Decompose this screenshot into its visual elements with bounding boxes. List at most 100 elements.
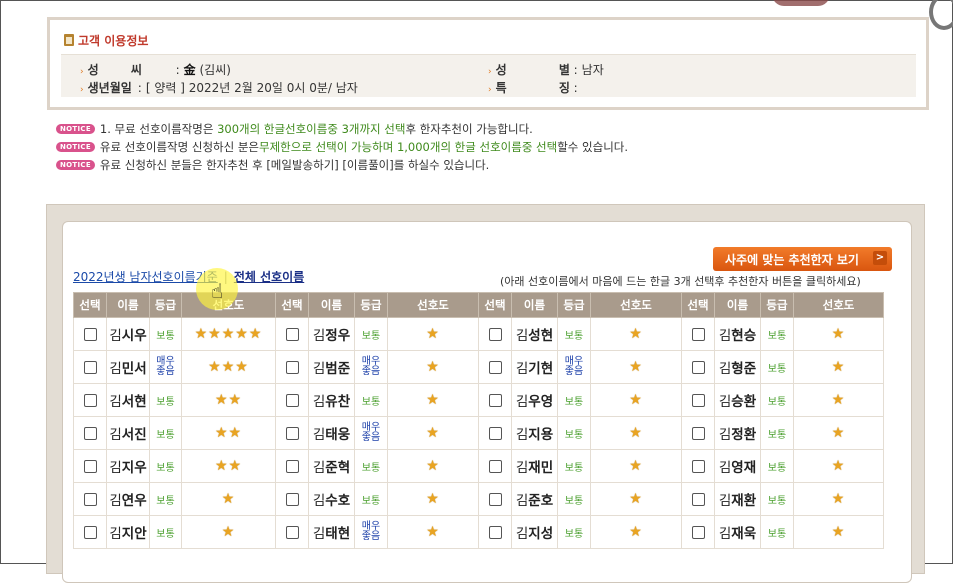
preference-cell: ★	[181, 482, 276, 516]
customer-info-title: 고객 이용정보	[64, 32, 148, 49]
name-cell: 김지용	[511, 416, 558, 450]
name-checkbox[interactable]	[83, 526, 97, 539]
family-name: 김	[312, 526, 326, 542]
name-checkbox[interactable]	[285, 394, 299, 407]
name-cell: 김태현	[308, 515, 355, 549]
grade-label: 보통	[767, 396, 787, 408]
filter-all-link[interactable]: 전체 선호이름	[234, 270, 304, 284]
preference-cell: ★	[590, 482, 682, 516]
name-cell: 김재민	[511, 449, 558, 483]
grade-label: 보통	[767, 495, 787, 507]
grade-cell: 보통	[760, 383, 794, 417]
star-icon: ★	[208, 326, 222, 342]
name-checkbox[interactable]	[691, 328, 705, 341]
family-name: 김	[109, 394, 122, 410]
grade-cell: 보통	[557, 482, 591, 516]
preference-cell: ★	[793, 416, 884, 450]
name-checkbox[interactable]	[83, 460, 97, 473]
select-cell	[73, 350, 107, 384]
given-name: 지우	[121, 460, 147, 476]
grade-cell: 보통	[557, 449, 591, 483]
grade-label: 보통	[767, 462, 787, 474]
given-name: 서진	[121, 427, 147, 443]
select-cell	[73, 482, 107, 516]
table-row: 김연우 보통 ★ 김수호 보통 ★ 김준호 보통 ★ 김재환 보통 ★	[73, 482, 884, 516]
grade-label: 보통	[361, 495, 381, 507]
name-cell: 김서진	[106, 416, 150, 450]
grade-cell: 매우좋음	[557, 350, 591, 384]
family-name: 김	[718, 427, 732, 443]
select-cell	[275, 482, 309, 516]
name-checkbox[interactable]	[691, 526, 705, 539]
name-checkbox[interactable]	[488, 427, 502, 440]
grade-cell: 보통	[149, 317, 182, 351]
grade-label: 보통	[361, 330, 381, 342]
name-checkbox[interactable]	[488, 361, 502, 374]
name-checkbox[interactable]	[83, 361, 97, 374]
family-name: 김	[515, 328, 529, 344]
name-checkbox[interactable]	[83, 394, 97, 407]
select-cell	[478, 317, 512, 351]
name-checkbox[interactable]	[285, 328, 299, 341]
name-checkbox[interactable]	[83, 427, 97, 440]
grade-cell: 보통	[149, 416, 182, 450]
birth-row: › 생년월일:[ 양력 ] 2022년 2월 20일 0시 0분/ 남자	[80, 81, 358, 95]
select-cell	[681, 383, 715, 417]
preference-cell: ★	[793, 482, 884, 516]
name-checkbox[interactable]	[83, 328, 97, 341]
star-icon: ★	[228, 458, 243, 474]
grade-cell: 매우좋음	[354, 515, 388, 549]
name-cell: 김성현	[511, 317, 558, 351]
name-checkbox[interactable]	[691, 394, 705, 407]
name-cell: 김범준	[308, 350, 355, 384]
recommend-hanja-button[interactable]: 사주에 맞는 추천한자 보기 >	[713, 247, 892, 271]
name-checkbox[interactable]	[488, 394, 502, 407]
family-name: 김	[718, 526, 732, 542]
header-name: 이름	[511, 292, 558, 318]
star-icon: ★	[235, 326, 249, 342]
name-checkbox[interactable]	[285, 427, 299, 440]
given-name: 유찬	[325, 394, 351, 410]
grade-label: 보통	[156, 330, 175, 342]
header-select: 선택	[73, 292, 107, 318]
grade-label: 매우좋음	[564, 356, 584, 377]
name-checkbox[interactable]	[691, 361, 705, 374]
star-icon: ★	[831, 491, 846, 507]
preference-cell: ★	[590, 383, 682, 417]
star-icon: ★	[831, 326, 846, 342]
select-cell	[478, 416, 512, 450]
preference-cell: ★★★★★	[181, 317, 276, 351]
clipboard-icon	[64, 34, 74, 46]
select-cell	[73, 317, 107, 351]
preference-cell: ★★	[181, 449, 276, 483]
name-checkbox[interactable]	[285, 526, 299, 539]
name-checkbox[interactable]	[691, 427, 705, 440]
name-checkbox[interactable]	[83, 493, 97, 506]
grade-cell: 보통	[557, 383, 591, 417]
name-checkbox[interactable]	[488, 493, 502, 506]
grade-label: 보통	[156, 396, 175, 408]
name-checkbox[interactable]	[285, 493, 299, 506]
name-checkbox[interactable]	[488, 526, 502, 539]
notice-3: NOTICE 유료 신청하신 분들은 한자추천 후 [메일발송하기] [이름풀이]…	[56, 157, 489, 173]
name-checkbox[interactable]	[488, 328, 502, 341]
name-checkbox[interactable]	[285, 460, 299, 473]
header-select: 선택	[478, 292, 512, 318]
name-checkbox[interactable]	[285, 361, 299, 374]
name-cell: 김재환	[714, 482, 761, 516]
family-name: 김	[718, 394, 732, 410]
given-name: 영재	[731, 460, 757, 476]
name-checkbox[interactable]	[691, 460, 705, 473]
preference-cell: ★	[590, 449, 682, 483]
name-cell: 김준혁	[308, 449, 355, 483]
name-checkbox[interactable]	[488, 460, 502, 473]
star-icon: ★	[629, 326, 643, 342]
feature-row: › 특 징:	[488, 81, 594, 95]
chevron-right-icon: >	[873, 251, 887, 265]
name-cell: 김서현	[106, 383, 150, 417]
name-checkbox[interactable]	[691, 493, 705, 506]
star-icon: ★	[214, 425, 229, 441]
select-cell	[275, 383, 309, 417]
select-cell	[275, 515, 309, 549]
name-cell: 김지안	[106, 515, 150, 549]
